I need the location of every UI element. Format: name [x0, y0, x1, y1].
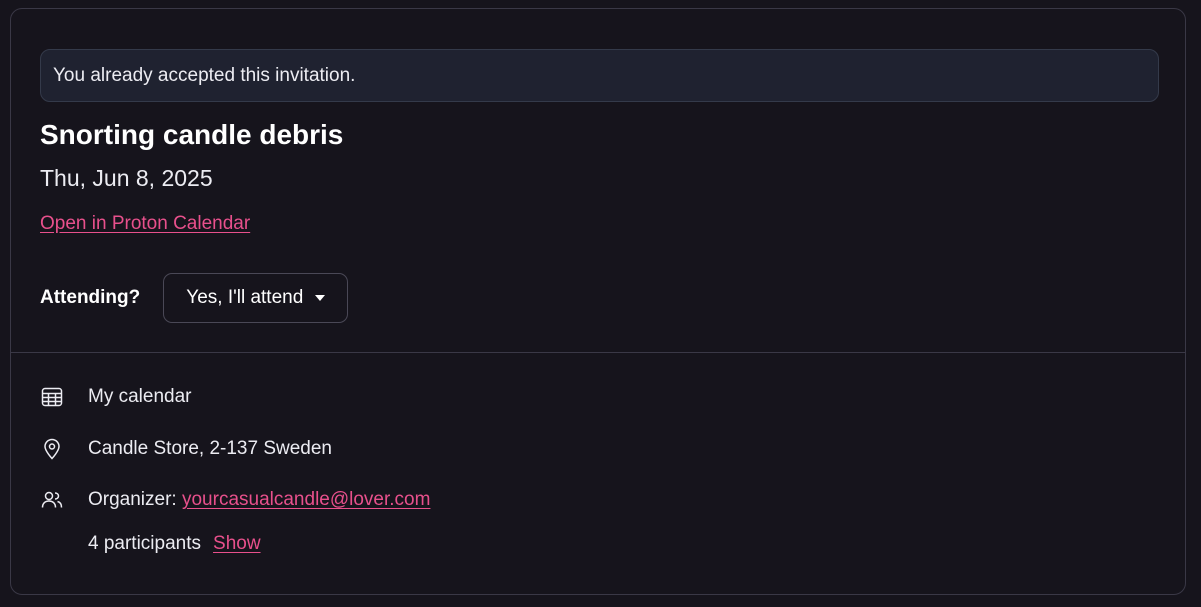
attendance-selected-value: Yes, I'll attend	[186, 287, 304, 308]
location-text: Candle Store, 2-137 Sweden	[88, 438, 332, 459]
invitation-card: You already accepted this invitation. Sn…	[10, 8, 1186, 595]
calendar-row: My calendar	[40, 384, 192, 410]
event-title: Snorting candle debris	[40, 119, 344, 150]
notice-text: You already accepted this invitation.	[53, 64, 356, 86]
open-in-calendar-link[interactable]: Open in Proton Calendar	[40, 211, 250, 237]
organizer-email-link[interactable]: yourcasualcandle@lover.com	[182, 489, 430, 511]
participants-count: 4 participants	[88, 533, 202, 554]
section-divider	[11, 352, 1185, 353]
show-participants-link[interactable]: Show	[213, 533, 261, 554]
organizer-row: Organizer: yourcasualcandle@lover.com	[40, 487, 430, 513]
users-icon	[40, 488, 64, 512]
attendance-row: Attending? Yes, I'll attend	[40, 273, 349, 323]
participants-row: 4 participants Show	[88, 531, 261, 557]
location-row: Candle Store, 2-137 Sweden	[40, 436, 332, 462]
event-date: Thu, Jun 8, 2025	[40, 165, 213, 191]
attending-label: Attending?	[40, 287, 141, 308]
already-accepted-notice: You already accepted this invitation.	[40, 49, 1159, 102]
calendar-grid-icon	[40, 385, 64, 409]
organizer-label: Organizer:	[88, 489, 177, 510]
calendar-name: My calendar	[88, 386, 192, 407]
map-pin-icon	[40, 437, 64, 461]
attendance-dropdown-button[interactable]: Yes, I'll attend	[163, 273, 349, 323]
caret-down-icon	[315, 295, 326, 301]
